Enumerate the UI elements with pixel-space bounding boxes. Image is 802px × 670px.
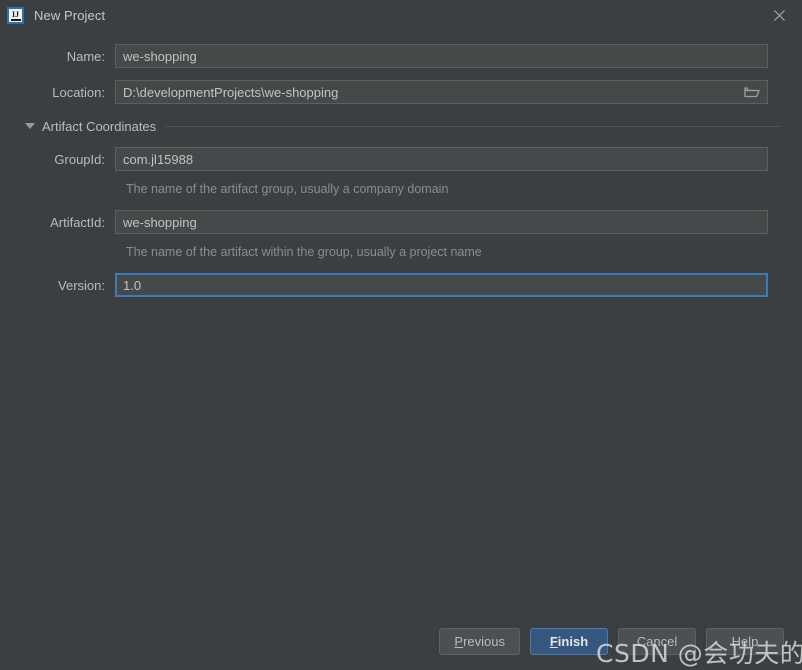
artifact-id-input-value: we-shopping: [123, 214, 197, 230]
help-button[interactable]: Help: [706, 627, 784, 655]
window-title: New Project: [34, 8, 106, 23]
group-id-label: GroupId:: [54, 151, 105, 167]
close-icon[interactable]: [757, 0, 802, 31]
triangle-down-icon[interactable]: [25, 123, 35, 129]
cancel-button[interactable]: Cancel: [618, 627, 696, 655]
artifact-coordinates-label: Artifact Coordinates: [42, 118, 157, 134]
group-id-input[interactable]: com.jl15988: [115, 147, 768, 171]
dialog-button-bar: Previous Finish Cancel Help: [0, 613, 802, 669]
version-input[interactable]: 1.0: [115, 273, 768, 297]
location-input-value: D:\developmentProjects\we-shopping: [123, 84, 339, 100]
artifact-id-label: ArtifactId:: [50, 214, 105, 230]
artifact-coordinates-section-header[interactable]: Artifact Coordinates: [25, 117, 802, 135]
name-input[interactable]: we-shopping: [115, 44, 768, 68]
finish-button-label: inish: [557, 633, 589, 649]
window-titlebar: IJ New Project: [0, 0, 802, 31]
group-id-helper-text: The name of the artifact group, usually …: [126, 182, 449, 196]
folder-browse-icon[interactable]: [744, 86, 760, 99]
previous-button-mnemonic: P: [454, 633, 464, 649]
artifact-id-helper-text: The name of the artifact within the grou…: [126, 245, 482, 259]
intellij-idea-icon: IJ: [7, 7, 24, 24]
version-input-value: 1.0: [123, 277, 142, 293]
location-row: Location: D:\developmentProjects\we-shop…: [0, 80, 802, 104]
location-label: Location:: [52, 84, 105, 100]
group-id-input-value: com.jl15988: [123, 151, 194, 167]
name-row: Name: we-shopping: [0, 44, 802, 68]
group-id-row: GroupId: com.jl15988: [0, 147, 802, 171]
version-label: Version:: [58, 277, 105, 293]
artifact-id-row: ArtifactId: we-shopping: [0, 210, 802, 234]
finish-button-mnemonic: F: [549, 633, 558, 649]
name-input-value: we-shopping: [123, 48, 197, 64]
location-input[interactable]: D:\developmentProjects\we-shopping: [115, 80, 768, 104]
new-project-form: Name: we-shopping Location: D:\developme…: [0, 31, 802, 297]
help-button-label: Help: [731, 633, 759, 649]
cancel-button-label: Cancel: [636, 633, 678, 649]
artifact-id-input[interactable]: we-shopping: [115, 210, 768, 234]
previous-button-label: revious: [463, 633, 505, 649]
section-divider: [166, 125, 780, 127]
finish-button[interactable]: Finish: [530, 627, 608, 655]
version-row: Version: 1.0: [0, 273, 802, 297]
name-label: Name:: [66, 48, 105, 64]
previous-button[interactable]: Previous: [439, 627, 520, 655]
